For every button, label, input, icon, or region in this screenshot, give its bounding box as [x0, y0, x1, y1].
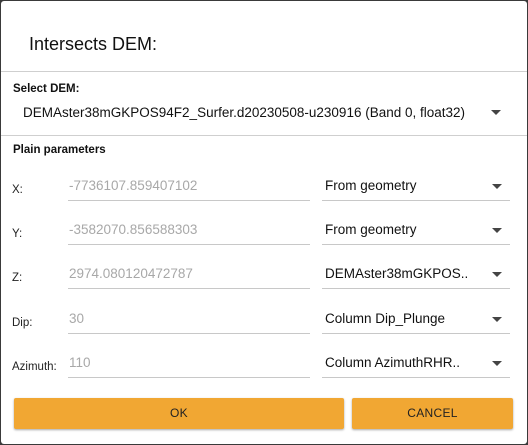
select-underline [322, 377, 510, 378]
dip-label: Dip: [12, 317, 33, 329]
x-label: X: [12, 184, 23, 196]
param-row-z: Z: 2974.080120472787 DEMAster38mGKPOS.. [1, 259, 527, 291]
dropdown-caret-icon [492, 184, 502, 189]
y-source-value: From geometry [325, 222, 417, 237]
param-row-dip: Dip: 30 Column Dip_Plunge [1, 304, 527, 336]
select-underline [322, 333, 510, 334]
dip-source-select[interactable]: Column Dip_Plunge [322, 308, 510, 334]
dropdown-caret-icon [492, 228, 502, 233]
x-value: -7736107.859407102 [69, 178, 198, 193]
dem-divider [1, 135, 527, 136]
y-input[interactable]: -3582070.856588303 [68, 219, 310, 245]
select-dem-label: Select DEM: [13, 83, 80, 95]
dem-selected-value: DEMAster38mGKPOS94F2_Surfer.d20230508-u2… [23, 105, 466, 120]
azimuth-source-select[interactable]: Column AzimuthRHR.. [322, 352, 510, 378]
intersects-dem-dialog: Intersects DEM: Select DEM: DEMAster38mG… [1, 1, 527, 444]
y-value: -3582070.856588303 [69, 222, 198, 237]
param-row-azimuth: Azimuth: 110 Column AzimuthRHR.. [1, 348, 527, 380]
dem-select-dropdown[interactable]: DEMAster38mGKPOS94F2_Surfer.d20230508-u2… [13, 102, 509, 124]
x-source-value: From geometry [325, 178, 417, 193]
dialog-title: Intersects DEM: [29, 34, 158, 54]
select-underline [322, 244, 510, 245]
cancel-button[interactable]: CANCEL [352, 398, 513, 429]
dropdown-caret-icon [492, 272, 502, 277]
z-value: 2974.080120472787 [69, 266, 193, 281]
param-row-y: Y: -3582070.856588303 From geometry [1, 215, 527, 247]
dip-value: 30 [69, 311, 85, 326]
azimuth-value: 110 [69, 355, 91, 370]
azimuth-label: Azimuth: [12, 361, 57, 373]
ok-button[interactable]: OK [14, 398, 344, 429]
dropdown-caret-icon [492, 361, 502, 366]
select-underline [322, 200, 510, 201]
y-label: Y: [12, 228, 23, 240]
x-source-select[interactable]: From geometry [322, 175, 510, 201]
z-source-select[interactable]: DEMAster38mGKPOS.. [322, 263, 510, 289]
x-input[interactable]: -7736107.859407102 [68, 175, 310, 201]
plain-parameters-label: Plain parameters [13, 144, 106, 156]
dip-input[interactable]: 30 [68, 308, 310, 334]
dip-source-value: Column Dip_Plunge [325, 311, 446, 326]
z-input[interactable]: 2974.080120472787 [68, 263, 310, 289]
z-source-value: DEMAster38mGKPOS.. [325, 266, 469, 281]
azimuth-source-value: Column AzimuthRHR.. [325, 355, 461, 370]
dropdown-caret-icon [491, 110, 501, 115]
y-source-select[interactable]: From geometry [322, 219, 510, 245]
param-row-x: X: -7736107.859407102 From geometry [1, 171, 527, 203]
dropdown-caret-icon [492, 317, 502, 322]
z-label: Z: [12, 272, 23, 284]
select-underline [322, 288, 510, 289]
title-divider [1, 71, 527, 72]
azimuth-input[interactable]: 110 [68, 352, 310, 378]
